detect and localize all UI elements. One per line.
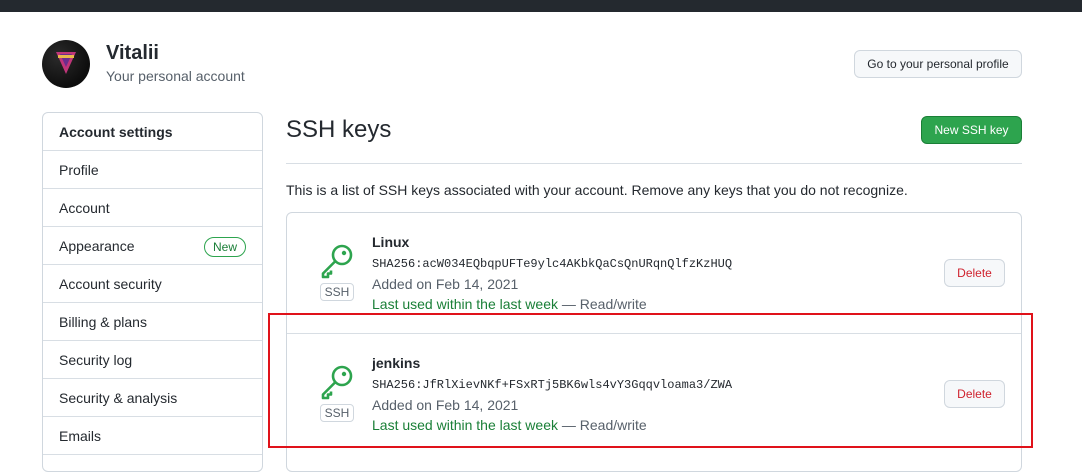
ssh-type-label: SSH [320, 283, 354, 301]
sidebar-item-label: Account security [59, 275, 162, 292]
key-title: Linux [372, 234, 410, 250]
sidebar-item-label: Appearance [59, 237, 135, 254]
sidebar-item-label: Billing & plans [59, 313, 147, 330]
ssh-keys-description: This is a list of SSH keys associated wi… [286, 182, 908, 198]
key-icon [321, 365, 353, 400]
key-added-date: Added on Feb 14, 2021 [372, 397, 519, 413]
last-used-recent: Last used within the last week [372, 296, 558, 312]
ssh-key-list: SSH Linux SHA256:acW034EQbqpUFTe9ylc4AKb… [286, 212, 1022, 472]
key-access: — Read/write [558, 296, 647, 312]
delete-key-button[interactable]: Delete [944, 259, 1005, 287]
last-used-recent: Last used within the last week [372, 417, 558, 433]
sidebar-item-account[interactable]: Account [43, 189, 262, 227]
go-to-profile-button[interactable]: Go to your personal profile [854, 50, 1022, 78]
sidebar-item-billing-plans[interactable]: Billing & plans [43, 303, 262, 341]
sidebar-item-label: Account [59, 199, 110, 216]
key-last-used: Last used within the last week — Read/wr… [372, 417, 647, 433]
sidebar-item-emails[interactable]: Emails [43, 417, 262, 455]
sidebar-item-label: Security & analysis [59, 389, 178, 406]
new-badge: New [203, 237, 246, 257]
key-fingerprint: SHA256:JfRlXievNKf+FSxRTj5BK6wls4vY3Gqqv… [372, 378, 733, 392]
key-title: jenkins [372, 355, 421, 371]
user-name: Vitalii [106, 42, 159, 64]
key-icon [321, 244, 353, 279]
new-ssh-key-button[interactable]: New SSH key [921, 116, 1022, 144]
key-access: — Read/write [558, 417, 647, 433]
key-row-divider [287, 333, 1021, 334]
top-navigation-bar [0, 0, 1082, 12]
key-fingerprint: SHA256:acW034EQbqpUFTe9ylc4AKbkQaCsQnURq… [372, 257, 733, 271]
page-title: SSH keys [286, 116, 392, 143]
sidebar-item-label: Emails [59, 427, 102, 444]
settings-sidebar: Account settings Profile Account Appeara… [42, 112, 263, 472]
delete-key-button[interactable]: Delete [944, 380, 1005, 408]
title-divider [286, 163, 1022, 164]
sidebar-item-security-log[interactable]: Security log [43, 341, 262, 379]
ssh-type-label: SSH [320, 404, 354, 422]
sidebar-item-appearance[interactable]: Appearance New [43, 227, 262, 265]
sidebar-item-profile[interactable]: Profile [43, 151, 262, 189]
sidebar-item-account-security[interactable]: Account security [43, 265, 262, 303]
sidebar-header-account-settings: Account settings [43, 113, 262, 151]
sidebar-item-security-analysis[interactable]: Security & analysis [43, 379, 262, 417]
key-added-date: Added on Feb 14, 2021 [372, 276, 519, 292]
avatar[interactable] [42, 40, 90, 88]
sidebar-item-label: Profile [59, 161, 99, 178]
account-type-label: Your personal account [106, 68, 245, 84]
sidebar-item-label: Account settings [59, 123, 173, 140]
key-last-used: Last used within the last week — Read/wr… [372, 296, 647, 312]
sidebar-item-label: Security log [59, 351, 133, 368]
avatar-emblem-icon [56, 52, 76, 74]
